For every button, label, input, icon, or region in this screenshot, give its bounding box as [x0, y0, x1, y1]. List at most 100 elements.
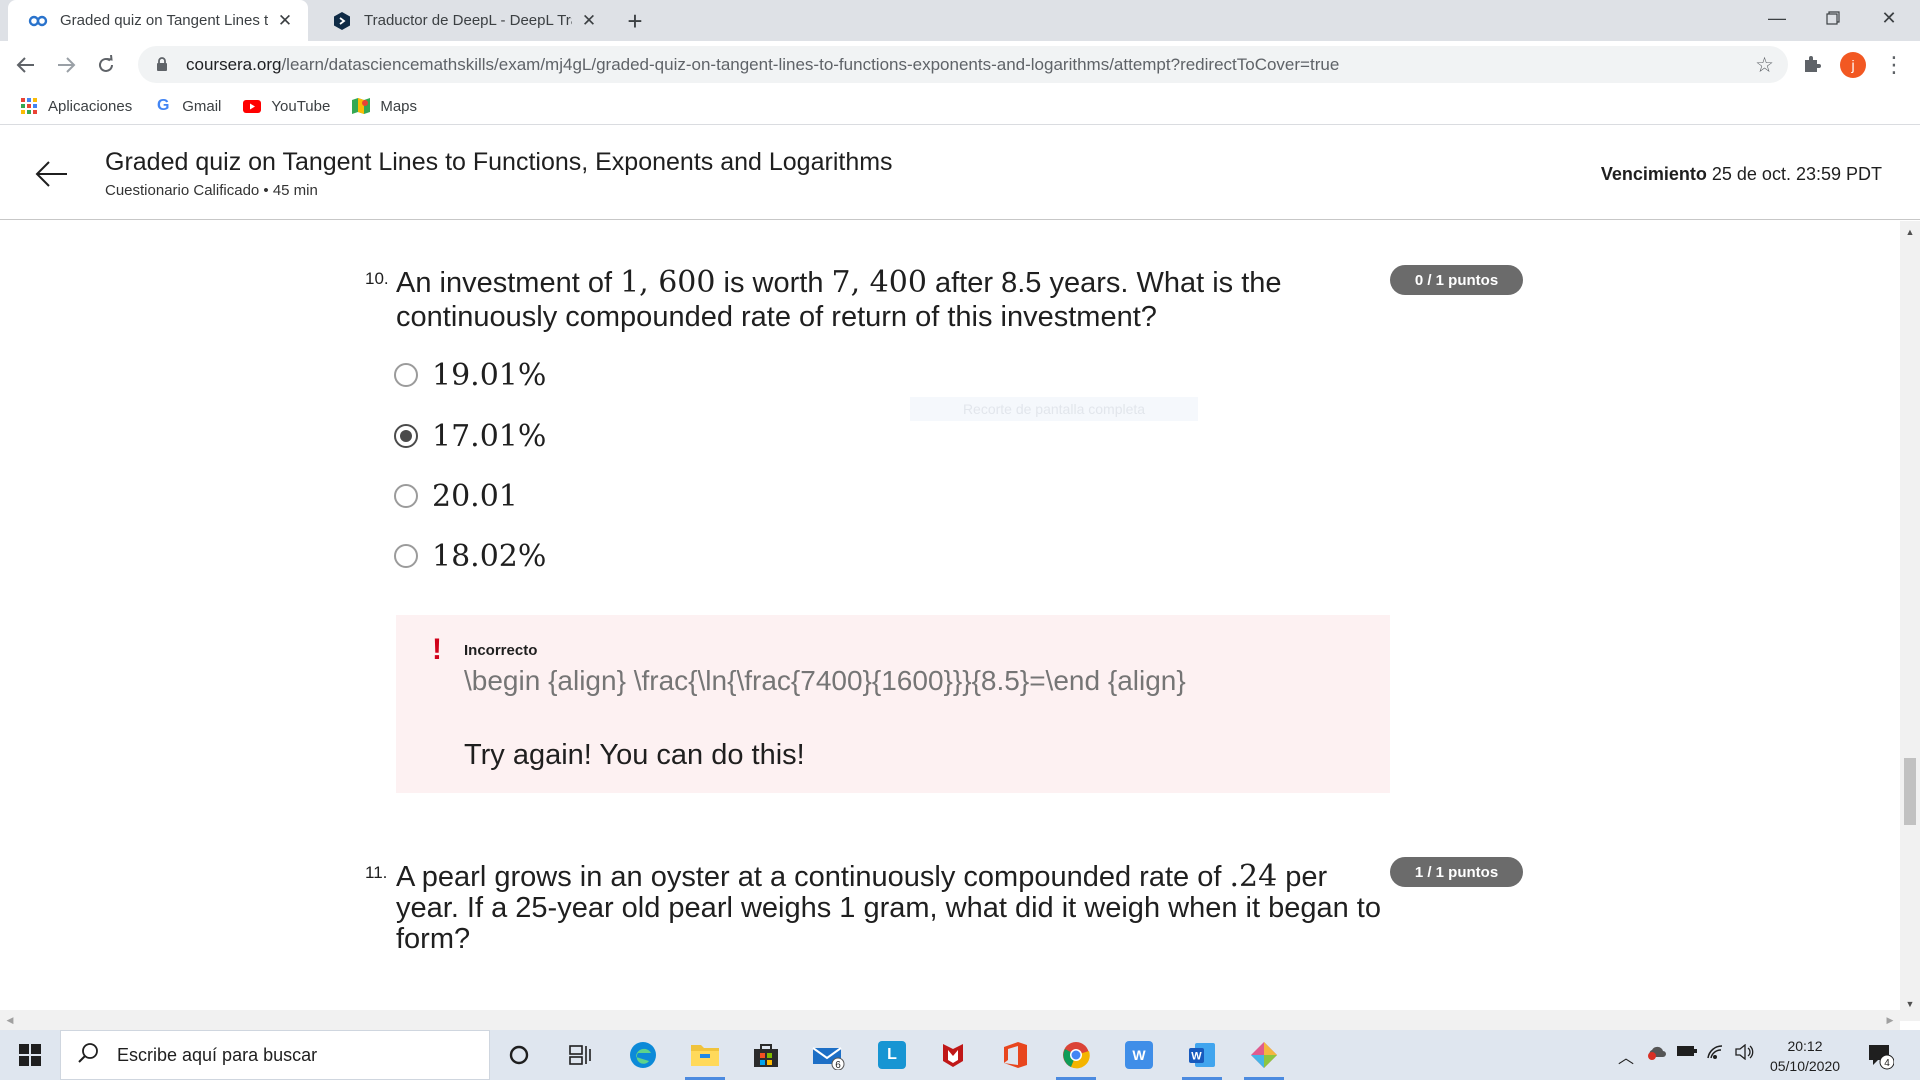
tab-deepl[interactable]: Traductor de DeepL - DeepL Translate ✕ [312, 0, 612, 41]
chrome-icon[interactable] [1054, 1037, 1098, 1080]
tab-title: Traductor de DeepL - DeepL Translate [364, 12, 572, 29]
bookmark-star-icon[interactable]: ☆ [1755, 53, 1774, 78]
notification-center-icon[interactable]: 4 [1866, 1042, 1895, 1070]
lightshot-logo: L [878, 1041, 906, 1069]
error-icon: ! [432, 633, 442, 666]
answer-option[interactable]: 17.01% [394, 416, 546, 456]
volume-icon[interactable] [1734, 1043, 1754, 1065]
question-text-part: A pearl grows in an oyster at a continuo… [396, 861, 1230, 893]
browser-toolbar: coursera.org/learn/datasciencemathskills… [0, 41, 1920, 88]
windows-start-icon[interactable] [0, 1030, 60, 1080]
profile-avatar[interactable]: j [1840, 52, 1866, 78]
tab-title: Graded quiz on Tangent Lines to Function… [60, 12, 268, 29]
screenshot-overlay-hint: Recorte de pantalla completa [910, 397, 1198, 421]
vertical-scrollbar[interactable]: ▲ ▼ [1900, 221, 1920, 1021]
url-path: /learn/datasciencemathskills/exam/mj4gL/… [281, 54, 1340, 74]
points-badge: 0 / 1 puntos [1390, 265, 1523, 295]
store-icon[interactable] [744, 1037, 788, 1073]
lightshot-icon[interactable]: L [870, 1037, 914, 1073]
bookmark-apps[interactable]: Aplicaciones [20, 97, 132, 115]
windows-taskbar: Escribe aquí para buscar 6 L W W ︿ 20:12… [0, 1030, 1920, 1080]
math-value: 1, 600 [620, 265, 716, 300]
taskbar-clock[interactable]: 20:12 05/10/2020 [1760, 1036, 1850, 1076]
notification-count: 4 [1884, 1058, 1890, 1069]
scroll-left-icon[interactable]: ◀ [2, 1010, 18, 1030]
task-view-icon[interactable] [558, 1037, 602, 1073]
question-text-part: is worth [715, 267, 832, 299]
cortana-icon[interactable] [497, 1037, 541, 1073]
scroll-down-icon[interactable]: ▼ [1900, 997, 1920, 1011]
radio-button-selected[interactable] [394, 424, 418, 448]
answer-option[interactable]: 19.01% [394, 355, 546, 395]
bookmark-label: Gmail [182, 97, 222, 115]
apps-grid-icon [20, 97, 38, 115]
close-window-icon[interactable]: ✕ [1862, 0, 1916, 36]
browser-tab-strip: Graded quiz on Tangent Lines to Function… [0, 0, 1920, 41]
extensions-puzzle-icon[interactable] [1802, 54, 1822, 79]
bookmark-youtube[interactable]: YouTube [243, 97, 330, 115]
points-badge: 1 / 1 puntos [1390, 857, 1523, 887]
mail-icon[interactable]: 6 [806, 1037, 850, 1073]
radio-button[interactable] [394, 363, 418, 387]
option-label: 17.01% [432, 418, 547, 454]
onedrive-icon[interactable] [1646, 1044, 1668, 1065]
radio-button[interactable] [394, 484, 418, 508]
battery-icon[interactable] [1676, 1044, 1698, 1063]
tab-coursera[interactable]: Graded quiz on Tangent Lines to Function… [8, 0, 308, 41]
quiz-subtitle: Cuestionario Calificado • 45 min [105, 182, 318, 199]
bookmark-gmail[interactable]: G Gmail [154, 97, 221, 115]
word-icon[interactable]: W [1180, 1037, 1224, 1080]
w-logo: W [1125, 1041, 1153, 1069]
taskbar-search-box[interactable]: Escribe aquí para buscar [60, 1030, 490, 1080]
restore-icon[interactable] [1806, 0, 1860, 36]
radio-button[interactable] [394, 544, 418, 568]
url-text: coursera.org/learn/datasciencemathskills… [186, 55, 1339, 75]
question-text: A pearl grows in an oyster at a continuo… [396, 861, 1396, 955]
office-icon[interactable] [993, 1037, 1037, 1073]
show-hidden-icons[interactable]: ︿ [1618, 1044, 1634, 1068]
feedback-message: Try again! You can do this! [464, 739, 805, 771]
bookmarks-bar: Aplicaciones G Gmail YouTube Maps [0, 88, 1920, 125]
quiz-content: 10. An investment of 1, 600 is worth 7, … [0, 221, 1900, 1021]
coursera-icon [28, 11, 48, 31]
close-tab-icon[interactable]: ✕ [274, 10, 296, 32]
question-number: 10. [365, 269, 389, 288]
bookmark-label: Maps [380, 97, 418, 115]
scroll-up-icon[interactable]: ▲ [1900, 225, 1920, 239]
bookmark-maps[interactable]: Maps [352, 97, 417, 115]
option-label: 20.01 [432, 478, 518, 514]
feedback-box: ! Incorrecto \begin {align} \frac{\ln{\f… [396, 615, 1390, 793]
edge-icon[interactable] [621, 1037, 665, 1073]
gitkraken-icon[interactable] [1242, 1037, 1286, 1080]
search-icon [77, 1042, 101, 1069]
due-date: Vencimiento 25 de oct. 23:59 PDT [1601, 164, 1882, 185]
word-online-icon[interactable]: W [1117, 1037, 1161, 1073]
answer-option[interactable]: 18.02% [394, 536, 546, 576]
answer-option[interactable]: 20.01 [394, 476, 518, 516]
back-arrow-icon[interactable] [34, 156, 70, 192]
page-title: Graded quiz on Tangent Lines to Function… [105, 148, 893, 176]
math-value: 7, 400 [831, 265, 927, 300]
due-label: Vencimiento [1600, 164, 1707, 184]
svg-text:W: W [1191, 1051, 1202, 1063]
clock-date: 05/10/2020 [1769, 1058, 1841, 1074]
reload-icon[interactable] [90, 49, 122, 81]
file-explorer-icon[interactable] [683, 1037, 727, 1080]
option-label: 19.01% [432, 357, 547, 393]
bookmark-label: YouTube [271, 97, 331, 115]
browser-menu-icon[interactable]: ⋮ [1883, 51, 1905, 79]
minimize-icon[interactable]: — [1750, 0, 1804, 36]
question-number: 11. [365, 863, 388, 882]
back-icon[interactable] [10, 49, 42, 81]
scrollbar-thumb[interactable] [1904, 758, 1916, 825]
close-tab-icon[interactable]: ✕ [578, 10, 600, 32]
address-bar[interactable]: coursera.org/learn/datasciencemathskills… [138, 46, 1788, 83]
mail-badge-count: 6 [835, 1060, 841, 1070]
mcafee-icon[interactable] [931, 1037, 975, 1073]
horizontal-scrollbar[interactable]: ◀ ▶ [0, 1010, 1900, 1030]
new-tab-button[interactable]: + [620, 6, 650, 36]
quiz-header: Graded quiz on Tangent Lines to Function… [0, 126, 1920, 220]
wifi-icon[interactable] [1706, 1044, 1726, 1065]
forward-icon[interactable] [50, 49, 82, 81]
scroll-right-icon[interactable]: ▶ [1882, 1010, 1898, 1030]
